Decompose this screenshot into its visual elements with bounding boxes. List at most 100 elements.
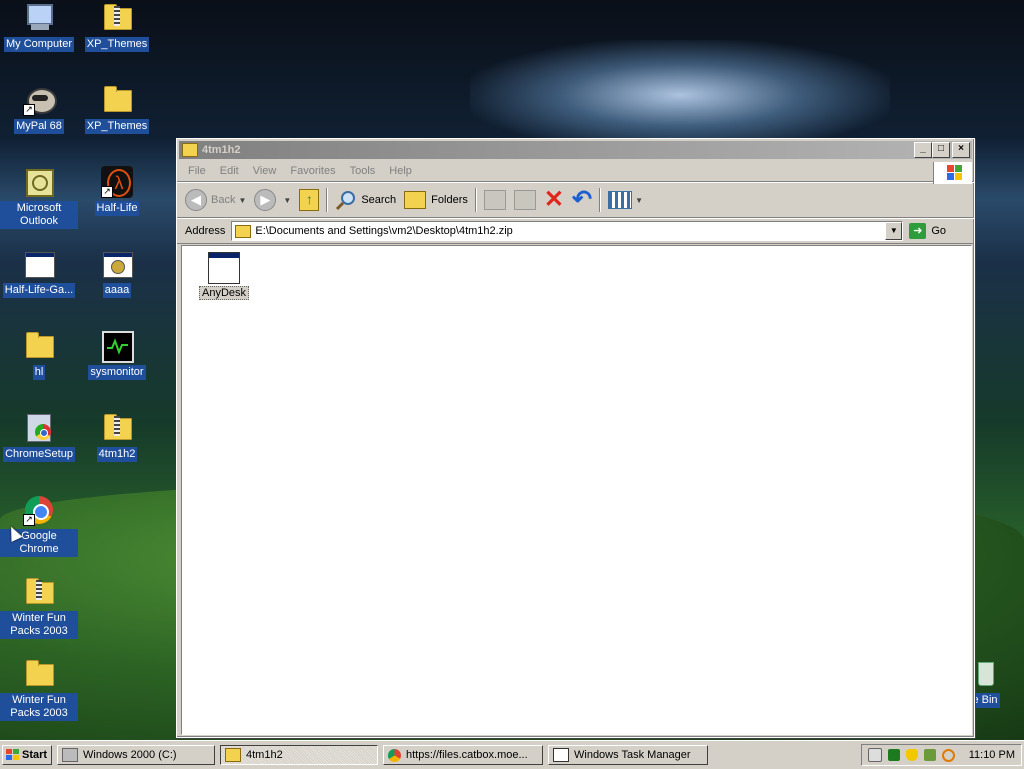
desktop-icon-label: XP_Themes xyxy=(84,37,150,52)
app-window-icon xyxy=(101,248,133,280)
folders-label: Folders xyxy=(431,194,468,206)
address-value: E:\Documents and Settings\vm2\Desktop\4t… xyxy=(255,225,513,237)
zip-folder-icon xyxy=(23,576,55,608)
delete-x-icon: ✕ xyxy=(543,186,564,213)
system-tray: 11:10 PM xyxy=(860,744,1022,766)
desktop-icon-label: Winter Fun Packs 2003 xyxy=(0,611,78,639)
move-to-button[interactable] xyxy=(480,186,510,214)
go-arrow-icon: ➜ xyxy=(909,223,927,239)
menu-tools[interactable]: Tools xyxy=(343,165,383,177)
views-button[interactable]: ▼ xyxy=(604,186,647,214)
back-label: Back xyxy=(211,194,236,206)
forward-arrow-icon: ▶ xyxy=(254,189,277,211)
desktop-icon-recycle-bin[interactable]: le Bin xyxy=(968,658,1024,708)
desktop-icon-half-life-game[interactable]: Half-Life-Ga... xyxy=(0,248,78,298)
task-label: Windows 2000 (C:) xyxy=(83,749,177,761)
search-tray-icon[interactable] xyxy=(941,748,955,762)
desktop-icon-label: XP_Themes xyxy=(84,119,150,134)
copy-to-button[interactable] xyxy=(510,186,540,214)
desktop-icon-outlook[interactable]: Microsoft Outlook xyxy=(0,166,78,229)
desktop-icon-chromesetup[interactable]: ChromeSetup xyxy=(0,412,78,462)
task-4tm1h2[interactable]: 4tm1h2 xyxy=(220,745,378,765)
menu-favorites[interactable]: Favorites xyxy=(283,165,342,177)
go-label: Go xyxy=(931,225,947,237)
folders-button[interactable]: Folders xyxy=(400,186,472,214)
menu-edit[interactable]: Edit xyxy=(213,165,246,177)
minimize-button[interactable]: _ xyxy=(914,142,932,158)
menu-view[interactable]: View xyxy=(246,165,284,177)
desktop-icon-label: hl xyxy=(32,365,46,380)
task-windows-2000-drive[interactable]: Windows 2000 (C:) xyxy=(57,745,215,765)
keyboard-icon[interactable] xyxy=(867,748,882,762)
desktop-icon-aaaa[interactable]: aaaa xyxy=(78,248,156,298)
delete-button[interactable]: ✕ xyxy=(540,186,568,214)
wallpaper-sky xyxy=(470,40,890,150)
desktop-icon-hl[interactable]: hl xyxy=(0,330,78,380)
clock[interactable]: 11:10 PM xyxy=(969,749,1015,761)
desktop-icon-mypal[interactable]: ↗ MyPal 68 xyxy=(0,84,78,134)
task-task-manager[interactable]: Windows Task Manager xyxy=(548,745,708,765)
desktop-icon-half-life[interactable]: λ ↗ Half-Life xyxy=(78,166,156,216)
toolbar-separator xyxy=(326,188,329,212)
copy-to-icon xyxy=(513,190,536,210)
toolbar: ◀ Back ▼ ▶ ▼ ↑ Search Folders ✕ ↶ ▼ xyxy=(177,182,974,218)
windows-logo-icon xyxy=(933,162,972,184)
go-button[interactable]: ➜ Go xyxy=(909,223,946,239)
address-dropdown-button[interactable]: ▼ xyxy=(885,222,903,240)
desktop-icon-winter-fun-folder[interactable]: Winter Fun Packs 2003 xyxy=(0,658,78,721)
chevron-down-icon[interactable]: ▼ xyxy=(238,196,246,205)
forward-button[interactable]: ▶ ▼ xyxy=(250,186,295,214)
folders-icon xyxy=(404,191,427,209)
desktop-icon-sysmonitor[interactable]: sysmonitor xyxy=(78,330,156,380)
desktop-icon-xp-themes-zip[interactable]: XP_Themes xyxy=(78,2,156,52)
desktop-icon-label: 4tm1h2 xyxy=(96,447,138,462)
windows-flag-icon xyxy=(5,749,19,761)
search-button[interactable]: Search xyxy=(331,186,400,214)
file-item-anydesk[interactable]: AnyDesk xyxy=(194,252,254,300)
window-title: 4tm1h2 xyxy=(202,144,241,156)
desktop-icon-label: Winter Fun Packs 2003 xyxy=(0,693,78,721)
close-button[interactable]: × xyxy=(952,142,970,158)
desktop-icon-label: Half-Life-Ga... xyxy=(2,283,76,298)
address-input[interactable]: E:\Documents and Settings\vm2\Desktop\4t… xyxy=(231,221,904,241)
desktop-icon-winter-fun-zip[interactable]: Winter Fun Packs 2003 xyxy=(0,576,78,639)
desktop-icon-label: sysmonitor xyxy=(88,365,146,380)
file-list-pane[interactable]: AnyDesk xyxy=(181,245,972,735)
desktop-icon-4tm1h2[interactable]: 4tm1h2 xyxy=(78,412,156,462)
menu-file[interactable]: File xyxy=(181,165,213,177)
menu-help[interactable]: Help xyxy=(382,165,419,177)
app-window-icon xyxy=(23,248,55,280)
desktop-icon-label: Half-Life xyxy=(94,201,140,216)
sysmonitor-icon xyxy=(101,330,134,363)
back-button[interactable]: ◀ Back ▼ xyxy=(181,186,250,214)
desktop-icon-xp-themes-folder[interactable]: XP_Themes xyxy=(78,84,156,134)
network-icon[interactable] xyxy=(923,749,936,761)
shield-icon[interactable] xyxy=(905,749,918,761)
task-chrome[interactable]: https://files.catbox.moe... xyxy=(383,745,543,765)
cpu-monitor-icon[interactable] xyxy=(887,749,900,761)
my-computer-icon xyxy=(23,2,55,34)
task-label: Windows Task Manager xyxy=(574,749,691,761)
folder-icon xyxy=(23,658,55,690)
drive-icon xyxy=(62,748,78,762)
views-icon xyxy=(608,191,633,209)
chrome-icon xyxy=(388,748,401,762)
start-label: Start xyxy=(22,749,48,761)
undo-button[interactable]: ↶ xyxy=(568,186,596,214)
search-label: Search xyxy=(361,194,397,206)
start-button[interactable]: Start xyxy=(2,745,52,765)
toolbar-separator xyxy=(599,188,602,212)
zip-folder-icon xyxy=(225,748,241,762)
up-folder-button[interactable]: ↑ xyxy=(295,186,323,214)
up-folder-icon: ↑ xyxy=(299,189,320,211)
file-name: AnyDesk xyxy=(198,286,250,300)
explorer-window[interactable]: 4tm1h2 _ □ × File Edit View Favorites To… xyxy=(176,138,975,738)
app-window-icon xyxy=(208,252,240,284)
zip-folder-icon xyxy=(182,143,198,157)
window-titlebar[interactable]: 4tm1h2 _ □ × xyxy=(179,141,972,159)
chevron-down-icon[interactable]: ▼ xyxy=(283,196,291,205)
desktop-icon-my-computer[interactable]: My Computer xyxy=(0,2,78,52)
maximize-button[interactable]: □ xyxy=(932,142,950,158)
folder-icon xyxy=(23,330,55,362)
chrome-icon: ↗ xyxy=(23,494,55,526)
